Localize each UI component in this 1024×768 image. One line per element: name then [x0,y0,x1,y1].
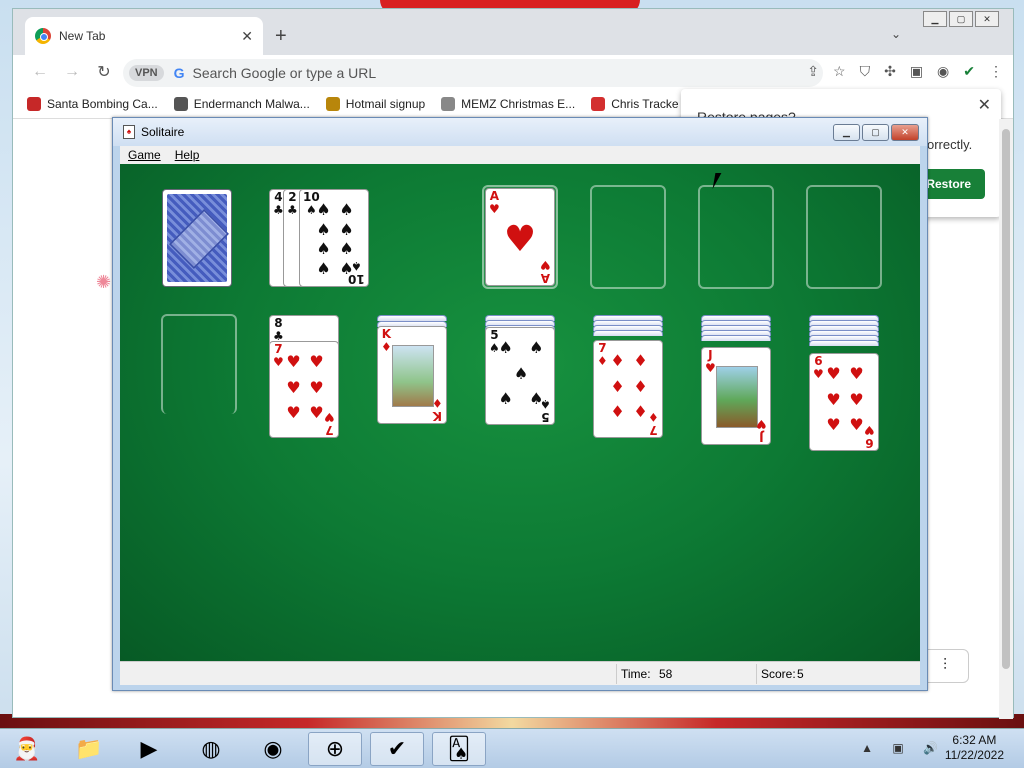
bookmark-item[interactable]: Endermanch Malwa... [173,96,310,111]
tab-strip: New Tab ✕ + ⌄ ▁ ▢ ✕ [13,9,1013,55]
foundation-slot-3[interactable] [698,185,774,289]
clock-date: 11/22/2022 [944,748,1004,762]
omnibox[interactable]: VPN G Search Google or type a URL [123,59,823,87]
chrome-tab-icon [35,28,51,44]
clock-time: 6:32 AM [952,733,997,747]
back-icon[interactable]: ← [27,63,53,81]
solitaire-maximize-button[interactable]: ▢ [862,124,889,141]
tableau-card[interactable]: J ♥ J ♥ [701,347,771,445]
bookmark-item[interactable]: Hotmail signup [325,96,425,111]
solitaire-window: ♠ Solitaire ▁ ▢ ✕ Game Help 4 ♣ 2 ♣ 10 ♠ ♠ ♠… [112,117,928,691]
tableau-card[interactable]: K ♦ K ♦ [377,326,447,424]
bookmark-item[interactable]: Santa Bombing Ca... [27,96,158,111]
menu-dots-icon[interactable]: ⋮ [989,63,1003,80]
tab-search-chevron-icon[interactable]: ⌄ [891,27,901,41]
browser-toolbar: ← → ↻ VPN G Search Google or type a URL … [13,55,1013,89]
foundation-slot-4[interactable] [806,185,882,289]
game-table: 4 ♣ 2 ♣ 10 ♠ ♠ ♠ ♠ ♠ ♠ ♠ ♠ ♠ 10 ♠ A ♥ ♥ A ♥ 8 ♣ 7 ♥ ♥ ♥ ♥… [120,164,920,661]
card-pips: ♥ ♥ ♥ ♥ ♥ ♥ [286,352,324,422]
menu-help[interactable]: Help [175,148,200,162]
solitaire-titlebar: ♠ Solitaire [113,118,927,146]
score-label: Score: [761,667,796,681]
share-icon[interactable]: ⇪ [807,63,819,80]
minimize-button[interactable]: ▁ [923,11,947,27]
santa-app-icon[interactable]: 🎅 [0,732,54,766]
face-down-card [809,340,879,346]
scrollbar-thumb[interactable] [1002,129,1010,669]
tableau-card[interactable]: 7 ♥ ♥ ♥ ♥ ♥ ♥ ♥ 7 ♥ [269,341,339,438]
card-pips: ♥ ♥ ♥ ♥ ♥ ♥ [826,364,864,434]
sparkle-decoration: ✺ [96,272,112,292]
tableau-card[interactable]: 7 ♦ ♦ ♦ ♦ ♦ ♦ ♦ 7 ♦ [593,340,663,438]
tableau-card[interactable]: 5 ♠ ♠ ♠ ♠ ♠ ♠ 5 ♠ [485,327,555,425]
bookmark-item[interactable]: MEMZ Christmas E... [441,96,575,111]
file-explorer-icon[interactable]: 📁 [62,732,116,766]
profile-icon[interactable]: ◉ [937,63,949,80]
memz-icon [441,96,456,111]
solitaire-app-icon[interactable]: 🂡 [432,732,486,766]
page-scrollbar[interactable] [999,119,1013,719]
bookmark-star-icon[interactable]: ☆ [833,63,846,80]
waste-top-card[interactable]: 10 ♠ ♠ ♠ ♠ ♠ ♠ ♠ ♠ ♠ 10 ♠ [299,189,369,287]
forward-icon[interactable]: → [59,63,85,81]
chris-icon [591,96,606,111]
maximize-button[interactable]: ▢ [949,11,973,27]
card-pips: ♦ ♦ ♦ ♦ ♦ ♦ [610,351,648,421]
card-pips: ♠ ♠ ♠ ♠ ♠ [498,338,544,408]
santa-icon [27,96,41,111]
system-tray[interactable]: ▲ ▣ 🔊 [861,741,946,755]
solitaire-close-button[interactable]: ✕ [891,124,919,141]
score-value: 5 [797,667,804,681]
face-down-card [593,330,663,336]
restore-body: orrectly. [927,137,973,152]
menu-game[interactable]: Game [128,148,161,162]
customize-chrome-icon[interactable]: ⫶ [921,649,969,683]
card-back-pattern [167,194,227,282]
time-label: Time: [621,667,651,681]
media-player-icon[interactable]: ▶ [122,732,176,766]
solitaire-menubar: Game Help [120,146,920,164]
reload-icon[interactable]: ↻ [91,62,117,82]
new-tab-button[interactable]: + [275,25,287,48]
close-button[interactable]: ✕ [975,11,999,27]
checkmark-app-icon[interactable]: ✔ [370,732,424,766]
taskbar: 🎅 📁 ▶ ◍ ◉ ⊕ ✔ 🂡 ▲ ▣ 🔊 6:32 AM 11/22/2022 [0,728,1024,768]
tableau-card[interactable]: 6 ♥ ♥ ♥ ♥ ♥ ♥ ♥ 6 ♥ [809,353,879,451]
foundation-slot-2[interactable] [590,185,666,289]
vpn-badge[interactable]: VPN [129,65,164,81]
jack-illustration [716,366,758,428]
clock[interactable]: 6:32 AM 11/22/2022 [945,733,1004,763]
shield-extension-icon[interactable]: ⛉ [860,63,871,80]
solitaire-app-icon: ♠ [123,125,135,139]
person-icon [325,96,340,111]
foundation-card[interactable]: A ♥ ♥ A ♥ [485,188,555,286]
google-icon: G [173,65,185,81]
solitaire-title: Solitaire [141,125,185,139]
face-down-card [701,335,771,341]
tab-new-tab[interactable]: New Tab ✕ [25,17,263,55]
stock-pile[interactable] [162,189,232,287]
omnibox-placeholder[interactable]: Search Google or type a URL [193,65,377,81]
tab-close-icon[interactable]: ✕ [241,28,253,45]
side-panel-icon[interactable]: ▣ [910,63,923,80]
raccoon-icon [173,96,188,111]
chrome-icon[interactable]: ◍ [184,732,238,766]
bookmark-item[interactable]: Chris Tracke [591,96,679,111]
time-value: 58 [659,667,673,681]
solitaire-minimize-button[interactable]: ▁ [833,124,860,141]
tableau-slot-1[interactable] [161,314,237,414]
king-illustration [392,345,434,407]
restore-close-icon[interactable]: ✕ [978,95,991,115]
security-check-icon[interactable]: ✔ [963,63,975,80]
extensions-puzzle-icon[interactable]: ✣ [884,63,896,80]
status-bar: Time: 58 Score: 5 [120,661,920,685]
firefox-icon[interactable]: ◉ [246,732,300,766]
vpn-app-icon[interactable]: ⊕ [308,732,362,766]
tab-title: New Tab [59,29,106,43]
